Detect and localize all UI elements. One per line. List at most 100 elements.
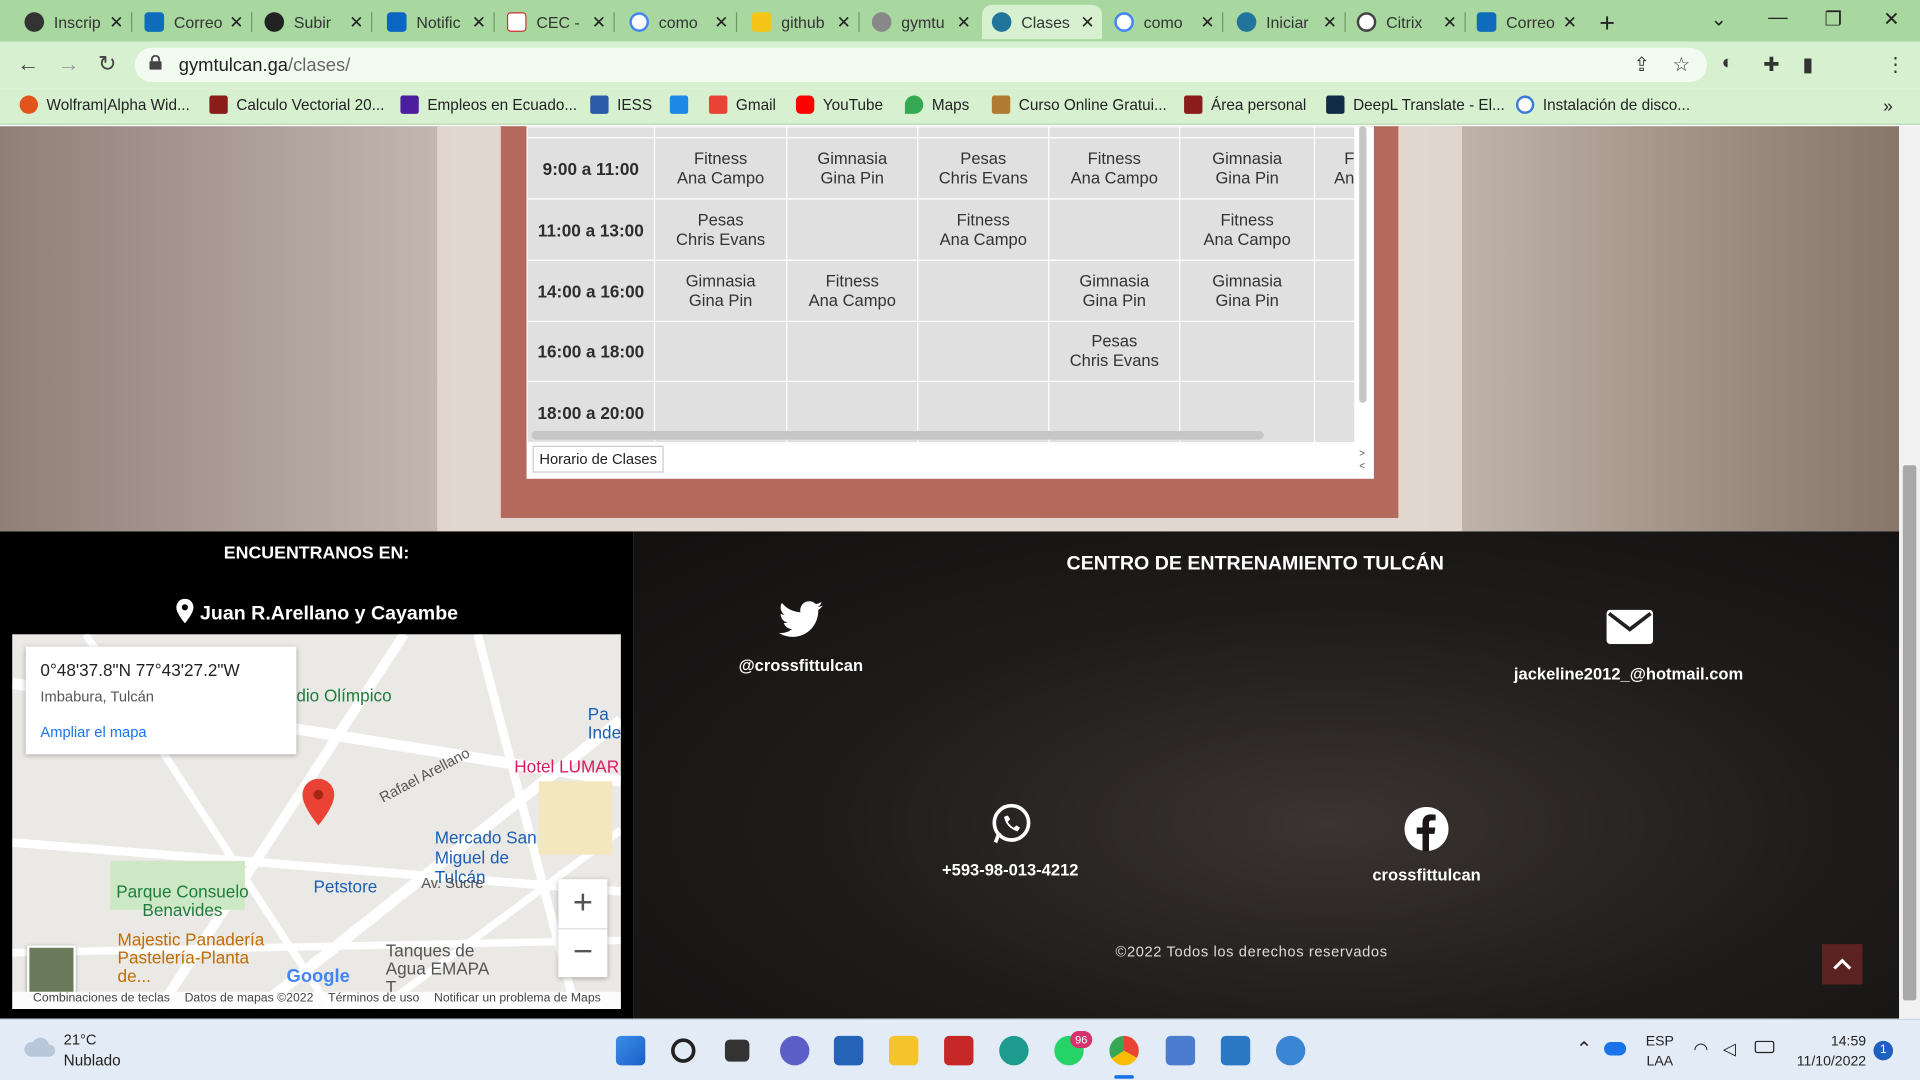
zoom-out-icon[interactable]: − [558,928,608,977]
cloud-icon[interactable] [22,1035,56,1059]
bookmark-item[interactable] [669,95,697,114]
class-cell: F An [1313,137,1356,200]
bookmark-item[interactable]: Calculo Vectorial 20... [209,95,384,114]
chrome-icon[interactable] [1109,1035,1139,1066]
new-tab-icon[interactable]: + [1599,7,1615,39]
notepad-icon[interactable] [1165,1035,1196,1066]
notification-badge[interactable]: 1 [1873,1040,1894,1061]
browser-tab[interactable]: Iniciar ✕ [1227,5,1346,39]
browser-tab[interactable]: Subir ✕ [255,5,373,39]
facebook-handle[interactable]: crossfittulcan [1353,866,1500,884]
bookmark-item[interactable]: Curso Online Gratui... [991,95,1167,114]
close-icon[interactable]: ✕ [472,12,486,33]
reload-icon[interactable]: ↻ [98,51,116,77]
scroll-to-top-button[interactable] [1822,944,1863,985]
bookmark-item[interactable]: IESS [590,95,652,114]
recorder-icon[interactable] [944,1035,974,1066]
close-icon[interactable]: ✕ [592,12,606,33]
store-icon[interactable] [833,1035,864,1066]
sheet-tab[interactable]: Horario de Clases [532,445,664,473]
twitter-handle[interactable]: @crossfittulcan [722,656,879,674]
back-icon[interactable]: ← [17,51,39,77]
more-bookmarks-icon[interactable]: » [1883,96,1893,116]
bookmark-item[interactable]: Gmail [708,95,776,114]
file-explorer-icon[interactable] [888,1035,919,1066]
map-marker-icon[interactable] [301,778,335,826]
browser-tab[interactable]: Citrix ✕ [1347,5,1466,39]
maximize-icon[interactable]: ❐ [1825,7,1843,31]
google-map[interactable]: 0°48'37.8"N 77°43'27.2"W Imbabura, Tulcá… [12,634,621,1009]
sheet-nav-arrows[interactable]: > < [1359,448,1365,472]
sidepanel-icon[interactable]: ▮ [1802,53,1813,77]
task-view-icon[interactable] [724,1039,750,1062]
share-icon[interactable]: ⇪ [1633,53,1649,77]
weather-status[interactable]: Nublado [64,1052,121,1069]
search-icon[interactable] [671,1038,696,1063]
weather-temperature[interactable]: 21°C [64,1031,97,1048]
bookmark-item[interactable]: DeepL Translate - El... [1326,95,1505,114]
browser-tab-active[interactable]: Clases ✕ [982,4,1103,40]
zoom-in-icon[interactable]: + [558,879,607,928]
schedule-horizontal-scrollbar[interactable] [531,431,1264,440]
start-icon[interactable] [615,1035,646,1066]
extension-icon[interactable]: ◐ [1722,53,1734,75]
chat-icon[interactable] [780,1035,810,1066]
close-icon[interactable]: ✕ [714,12,728,33]
close-icon[interactable]: ✕ [229,12,243,33]
menu-icon[interactable]: ⋮ [1886,53,1906,77]
close-icon[interactable]: ✕ [1323,12,1337,33]
battery-icon[interactable] [1754,1040,1775,1054]
map-label: Parque Consuelo Benavides [116,881,249,920]
bookmark-item[interactable]: YouTube [795,95,883,114]
chevron-up-tray-icon[interactable]: ⌃ [1576,1037,1592,1061]
page-scrollbar-thumb[interactable] [1902,465,1917,1001]
bookmark-item[interactable]: Maps [904,95,969,114]
bookmark-item[interactable]: Instalación de disco... [1515,95,1690,114]
close-window-icon[interactable]: ✕ [1883,7,1899,31]
schedule-vertical-scrollbar[interactable] [1359,126,1367,403]
whatsapp-icon[interactable] [991,803,1033,845]
globe-app-icon[interactable] [1275,1035,1306,1066]
minimize-icon[interactable]: — [1768,7,1788,29]
browser-tab[interactable]: como ✕ [1104,5,1224,39]
browser-tab[interactable]: Inscrip ✕ [15,5,133,39]
edge-icon[interactable] [999,1035,1029,1066]
browser-tab[interactable]: CEC - ✕ [497,5,615,39]
browser-tab[interactable]: Correo ✕ [135,5,253,39]
phone-number[interactable]: +593-98-013-4212 [918,861,1102,879]
volume-icon[interactable]: ◁ [1723,1038,1736,1059]
browser-tab[interactable]: como ✕ [620,5,738,39]
close-icon[interactable]: ✕ [837,12,851,33]
email-icon[interactable] [1606,609,1654,645]
instructor-name: Chris Evans [1069,351,1159,370]
bookmark-star-icon[interactable]: ☆ [1673,53,1691,77]
close-icon[interactable]: ✕ [1563,12,1577,33]
satellite-toggle[interactable] [26,945,76,995]
remote-desktop-icon[interactable] [1220,1035,1251,1066]
forward-icon[interactable]: → [58,51,80,77]
facebook-icon[interactable] [1404,806,1449,852]
browser-tab[interactable]: Correo ✕ [1467,5,1585,39]
puzzle-icon[interactable]: ✚ [1763,53,1779,77]
enlarge-map-link[interactable]: Ampliar el mapa [40,724,146,741]
close-icon[interactable]: ✕ [349,12,363,33]
chevron-down-icon[interactable]: ⌄ [1711,7,1727,31]
close-icon[interactable]: ✕ [1443,12,1457,33]
bookmark-item[interactable]: Área personal [1184,95,1306,114]
email-address[interactable]: jackeline2012_@hotmail.com [1494,665,1763,683]
wifi-icon[interactable]: ◠ [1693,1038,1708,1059]
bookmark-item[interactable]: Wolfram|Alpha Wid... [19,95,190,114]
clock[interactable]: 14:59 11/10/2022 [1795,1032,1866,1071]
browser-tab[interactable]: gymtu ✕ [862,5,978,39]
close-icon[interactable]: ✕ [1200,12,1214,33]
language-indicator[interactable]: ESP LAA [1646,1032,1674,1071]
browser-tab[interactable]: Notific ✕ [377,5,495,39]
address-bar[interactable]: gymtulcan.ga/clases/ [134,47,1707,83]
close-icon[interactable]: ✕ [1080,12,1094,33]
bookmark-item[interactable]: Empleos en Ecuado... [400,95,577,114]
browser-tab[interactable]: github ✕ [742,5,860,39]
close-icon[interactable]: ✕ [957,12,971,33]
close-icon[interactable]: ✕ [109,12,123,33]
onedrive-icon[interactable] [1604,1042,1627,1056]
twitter-icon[interactable] [778,600,823,639]
